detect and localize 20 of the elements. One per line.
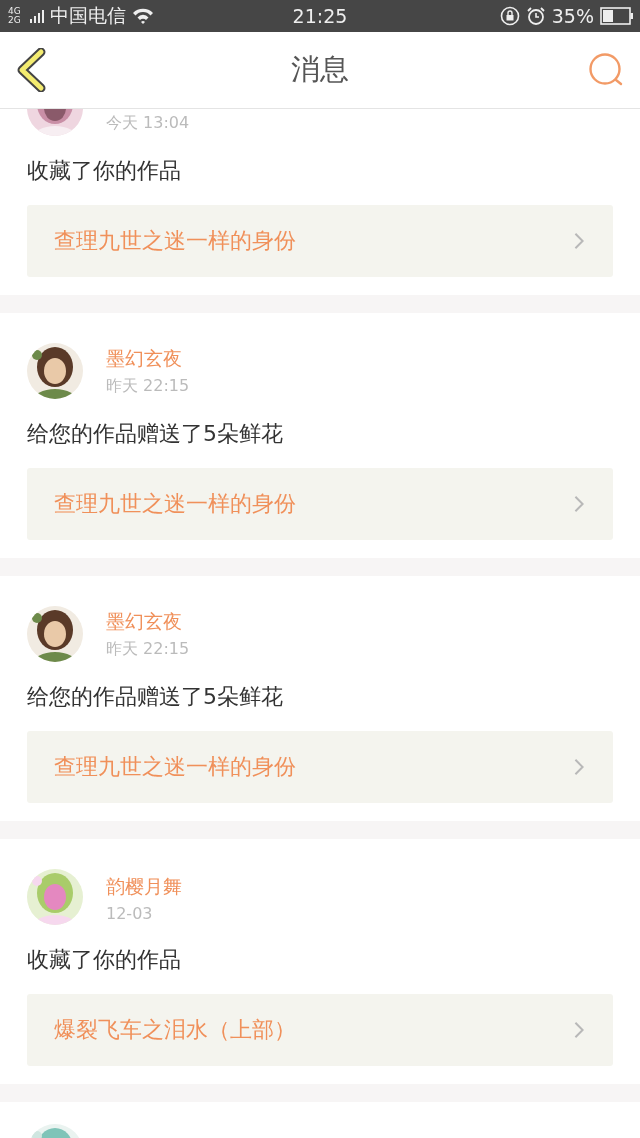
message-time: 昨天 22:15 xyxy=(106,639,190,660)
user-name: 墨幻玄夜 xyxy=(106,346,183,371)
message-time: 12-03 xyxy=(106,904,154,923)
network-type: 4G 2G xyxy=(8,7,22,25)
user-name: 墨幻玄夜 xyxy=(106,609,183,634)
clock: 21:25 xyxy=(292,5,348,27)
work-link[interactable]: 查理九世之迷一样的身份 xyxy=(27,205,613,277)
carrier-name: 中国电信 xyxy=(50,3,126,28)
battery-percent: 35% xyxy=(551,5,594,27)
message-time: 昨天 22:15 xyxy=(106,376,190,397)
message-text: 收藏了你的作品 xyxy=(27,946,182,974)
message-text: 给您的作品赠送了5朵鲜花 xyxy=(27,683,284,711)
message-text: 收藏了你的作品 xyxy=(27,157,182,185)
work-link[interactable]: 查理九世之迷一样的身份 xyxy=(27,731,613,803)
work-link[interactable]: 查理九世之迷一样的身份 xyxy=(27,468,613,540)
message-time: 今天 13:04 xyxy=(106,113,190,134)
page-title: 消息 xyxy=(291,51,349,88)
message-text: 给您的作品赠送了5朵鲜花 xyxy=(27,420,284,448)
work-link[interactable]: 爆裂飞车之泪水（上部） xyxy=(27,994,613,1066)
user-name: 韵樱月舞 xyxy=(106,874,182,899)
